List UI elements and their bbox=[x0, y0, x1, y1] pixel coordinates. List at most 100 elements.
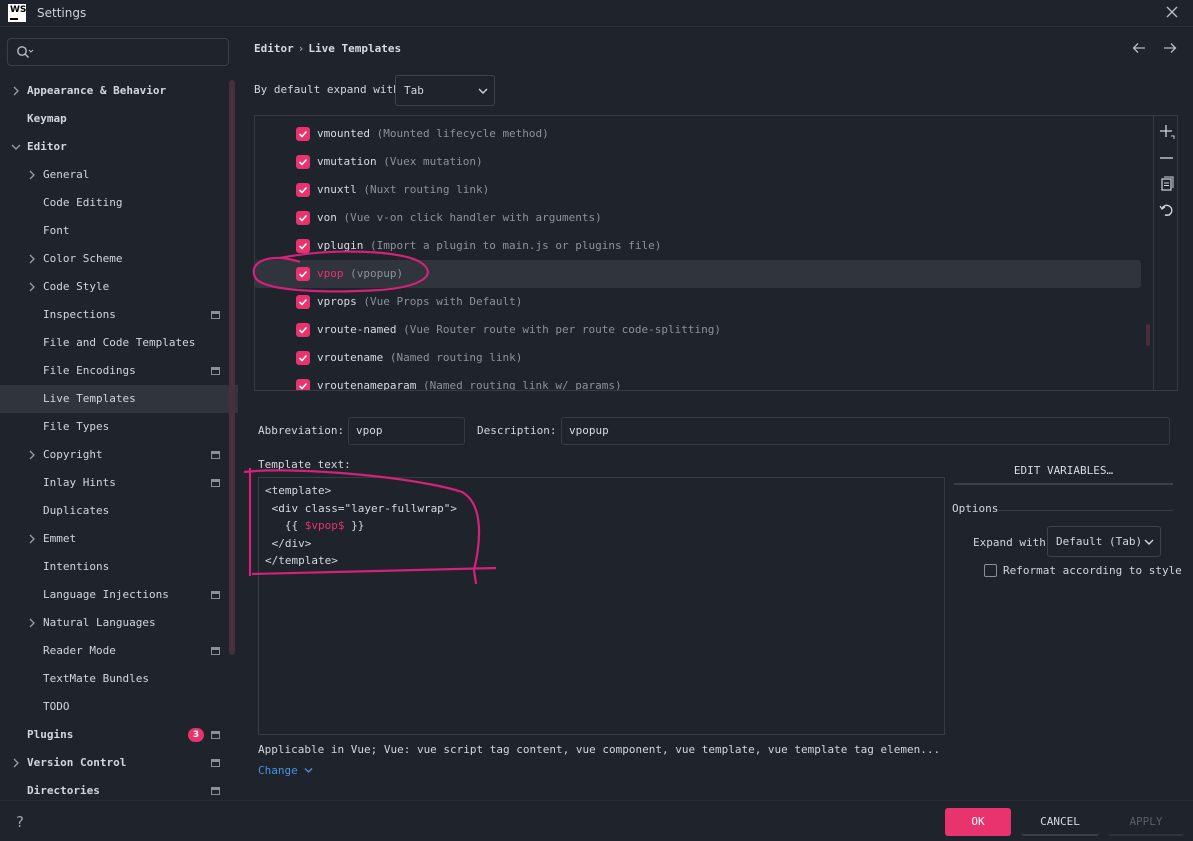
template-enabled-checkbox[interactable] bbox=[296, 379, 310, 390]
sidebar-item[interactable]: Color Scheme bbox=[0, 245, 238, 273]
ok-button[interactable]: OK bbox=[945, 808, 1011, 836]
templates-list-scrollbar[interactable] bbox=[1146, 324, 1150, 346]
template-row[interactable]: vmounted (Mounted lifecycle method) bbox=[255, 120, 1141, 148]
restore-icon[interactable] bbox=[1159, 202, 1175, 218]
webstorm-logo-icon: WS bbox=[8, 4, 26, 22]
template-abbreviation: vmounted bbox=[317, 127, 370, 140]
breadcrumb-parent[interactable]: Editor bbox=[254, 42, 294, 55]
sidebar-item-label: Version Control bbox=[27, 756, 127, 769]
chevron-right-icon[interactable] bbox=[27, 534, 37, 544]
project-settings-icon bbox=[211, 367, 220, 375]
template-row[interactable]: vpop (vpopup) bbox=[255, 260, 1141, 288]
sidebar-item[interactable]: Language Injections bbox=[0, 581, 238, 609]
template-enabled-checkbox[interactable] bbox=[296, 351, 310, 365]
sidebar-item[interactable]: File Types bbox=[0, 413, 238, 441]
chevron-right-icon[interactable] bbox=[11, 86, 21, 96]
sidebar-item[interactable]: Font bbox=[0, 217, 238, 245]
expand-with-label: By default expand with bbox=[254, 83, 400, 96]
change-contexts-link[interactable]: Change bbox=[258, 764, 313, 777]
back-arrow-icon[interactable] bbox=[1132, 42, 1146, 54]
template-enabled-checkbox[interactable] bbox=[296, 127, 310, 141]
checkmark-icon bbox=[298, 186, 308, 194]
sidebar-item[interactable]: Code Style bbox=[0, 273, 238, 301]
edit-variables-button[interactable]: EDIT VARIABLES… bbox=[954, 457, 1173, 485]
sidebar-item[interactable]: Live Templates bbox=[0, 385, 238, 413]
template-enabled-checkbox[interactable] bbox=[296, 211, 310, 225]
code-line: </div> bbox=[265, 536, 312, 550]
chevron-right-icon[interactable] bbox=[11, 758, 21, 768]
template-enabled-checkbox[interactable] bbox=[296, 183, 310, 197]
template-enabled-checkbox[interactable] bbox=[296, 295, 310, 309]
code-line: </template> bbox=[265, 554, 338, 567]
settings-search-box[interactable] bbox=[7, 38, 229, 66]
sidebar-item[interactable]: Emmet bbox=[0, 525, 238, 553]
copy-icon[interactable] bbox=[1159, 176, 1175, 192]
add-icon[interactable] bbox=[1159, 124, 1175, 140]
chevron-right-icon[interactable] bbox=[27, 170, 37, 180]
checkmark-icon bbox=[298, 354, 308, 362]
template-row[interactable]: vroute-named (Vue Router route with per … bbox=[255, 316, 1141, 344]
chevron-down-icon[interactable] bbox=[11, 142, 21, 152]
reformat-checkbox[interactable] bbox=[984, 564, 997, 577]
sidebar-item[interactable]: Inspections bbox=[0, 301, 238, 329]
template-row[interactable]: von (Vue v-on click handler with argumen… bbox=[255, 204, 1141, 232]
cancel-button[interactable]: CANCEL bbox=[1021, 808, 1099, 836]
forward-arrow-icon[interactable] bbox=[1163, 42, 1177, 54]
plugins-update-badge: 3 bbox=[188, 728, 204, 742]
close-icon[interactable] bbox=[1165, 5, 1179, 19]
sidebar-item[interactable]: TextMate Bundles bbox=[0, 665, 238, 693]
expand-with-select[interactable]: Tab bbox=[395, 75, 495, 106]
template-enabled-checkbox[interactable] bbox=[296, 239, 310, 253]
template-row[interactable]: vprops (Vue Props with Default) bbox=[255, 288, 1141, 316]
template-abbreviation: vroutenameparam bbox=[317, 379, 417, 391]
template-row[interactable]: vmutation (Vuex mutation) bbox=[255, 148, 1141, 176]
sidebar-item[interactable]: General bbox=[0, 161, 238, 189]
options-expand-select[interactable]: Default (Tab) bbox=[1047, 526, 1161, 557]
template-text-editor[interactable]: <template> <div class="layer-fullwrap"> … bbox=[258, 477, 945, 735]
sidebar-item[interactable]: File Encodings bbox=[0, 357, 238, 385]
chevron-down-icon bbox=[1144, 539, 1154, 545]
remove-icon[interactable] bbox=[1159, 150, 1175, 166]
sidebar-item[interactable]: File and Code Templates bbox=[0, 329, 238, 357]
template-enabled-checkbox[interactable] bbox=[296, 155, 310, 169]
template-row[interactable]: vroutename (Named routing link) bbox=[255, 344, 1141, 372]
apply-button[interactable]: APPLY bbox=[1108, 808, 1184, 836]
sidebar-item-label: Inspections bbox=[43, 308, 116, 321]
template-enabled-checkbox[interactable] bbox=[296, 323, 310, 337]
chevron-right-icon[interactable] bbox=[27, 450, 37, 460]
chevron-right-icon[interactable] bbox=[27, 254, 37, 264]
template-description: (Vue v-on click handler with arguments) bbox=[343, 211, 602, 224]
sidebar-item[interactable]: Appearance & Behavior bbox=[0, 77, 238, 105]
abbreviation-input[interactable]: vpop bbox=[348, 417, 465, 445]
template-abbreviation: vroutename bbox=[317, 351, 384, 364]
template-row[interactable]: vplugin (Import a plugin to main.js or p… bbox=[255, 232, 1141, 260]
sidebar-item[interactable]: Keymap bbox=[0, 105, 238, 133]
reformat-label: Reformat according to style bbox=[1003, 564, 1182, 577]
sidebar-item[interactable]: Natural Languages bbox=[0, 609, 238, 637]
template-row[interactable]: vroutenameparam (Named routing link w/ p… bbox=[255, 372, 1141, 391]
help-icon[interactable]: ? bbox=[16, 813, 24, 831]
sidebar-item[interactable]: Version Control bbox=[0, 749, 238, 777]
breadcrumb: Editor › Live Templates bbox=[254, 42, 401, 55]
chevron-right-icon[interactable] bbox=[27, 282, 37, 292]
title-bar: WS Settings bbox=[0, 0, 1193, 27]
settings-search-input[interactable] bbox=[42, 43, 222, 61]
template-label: vprops (Vue Props with Default) bbox=[317, 288, 522, 316]
sidebar-item[interactable]: Plugins 3 bbox=[0, 721, 238, 749]
template-description: (Nuxt routing link) bbox=[363, 183, 490, 196]
sidebar-item[interactable]: Intentions bbox=[0, 553, 238, 581]
sidebar-scrollbar[interactable] bbox=[229, 80, 235, 655]
sidebar-item[interactable]: Inlay Hints bbox=[0, 469, 238, 497]
sidebar-item[interactable]: Copyright bbox=[0, 441, 238, 469]
sidebar-item[interactable]: Code Editing bbox=[0, 189, 238, 217]
sidebar-item[interactable]: Reader Mode bbox=[0, 637, 238, 665]
chevron-right-icon[interactable] bbox=[27, 618, 37, 628]
nav-arrows bbox=[1122, 42, 1177, 57]
description-input[interactable]: vpopup bbox=[561, 417, 1170, 445]
sidebar-item[interactable]: Editor bbox=[0, 133, 238, 161]
template-row[interactable]: vnuxtl (Nuxt routing link) bbox=[255, 176, 1141, 204]
sidebar-item[interactable]: TODO bbox=[0, 693, 238, 721]
sidebar-item-label: Code Editing bbox=[43, 196, 123, 209]
sidebar-item[interactable]: Duplicates bbox=[0, 497, 238, 525]
template-enabled-checkbox[interactable] bbox=[296, 267, 310, 281]
